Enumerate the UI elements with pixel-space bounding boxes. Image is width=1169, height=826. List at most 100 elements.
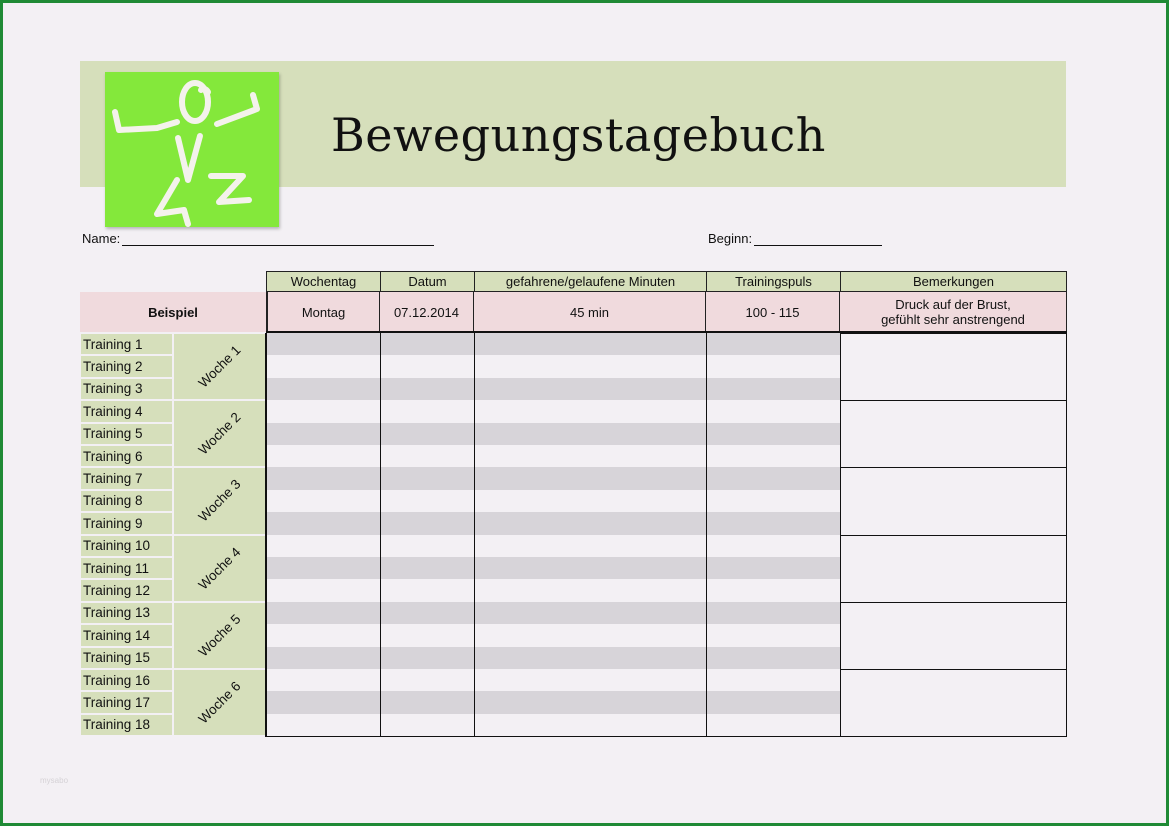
training-cell[interactable]	[475, 489, 706, 513]
training-cell[interactable]	[475, 512, 706, 535]
training-cell[interactable]	[381, 624, 474, 647]
remark-box[interactable]	[840, 534, 1067, 603]
training-cell[interactable]	[475, 669, 706, 692]
training-cell[interactable]	[381, 377, 474, 401]
week-label: Woche 1	[174, 334, 265, 400]
training-cell[interactable]	[707, 333, 840, 356]
training-cell[interactable]	[267, 333, 380, 356]
week-label: Woche 6	[174, 670, 265, 736]
training-cell[interactable]	[381, 489, 474, 513]
training-cell[interactable]	[707, 377, 840, 401]
training-cell[interactable]	[267, 445, 380, 468]
training-cell[interactable]	[267, 534, 380, 557]
name-field[interactable]: Name:	[82, 231, 435, 246]
training-cell[interactable]	[475, 445, 706, 468]
training-cell[interactable]	[707, 445, 840, 468]
training-cell[interactable]	[707, 467, 840, 490]
remark-box[interactable]	[840, 333, 1067, 402]
training-cell[interactable]	[267, 355, 380, 378]
training-cell[interactable]	[267, 624, 380, 647]
training-cell[interactable]	[381, 646, 474, 669]
training-cell[interactable]	[475, 557, 706, 580]
training-cell[interactable]	[381, 713, 474, 737]
training-cell[interactable]	[475, 400, 706, 423]
training-cell[interactable]	[707, 624, 840, 647]
training-cell[interactable]	[475, 422, 706, 445]
week-label-text: Woche 1	[195, 342, 244, 391]
training-cell[interactable]	[267, 489, 380, 513]
training-cell[interactable]	[267, 422, 380, 445]
training-cell[interactable]	[475, 601, 706, 625]
training-cell[interactable]	[707, 713, 840, 737]
training-row-label: Training 11	[81, 558, 172, 579]
training-cell[interactable]	[267, 467, 380, 490]
training-cell[interactable]	[475, 646, 706, 669]
training-cell[interactable]	[267, 646, 380, 669]
training-cell[interactable]	[381, 579, 474, 602]
training-cell[interactable]	[707, 355, 840, 378]
training-cell[interactable]	[475, 691, 706, 714]
training-cell[interactable]	[475, 377, 706, 401]
training-cell[interactable]	[707, 669, 840, 692]
column-divider	[840, 333, 841, 737]
training-cell[interactable]	[267, 601, 380, 625]
training-cell[interactable]	[267, 557, 380, 580]
training-cell[interactable]	[707, 579, 840, 602]
example-label: Beispiel	[80, 292, 266, 332]
week-label-text: Woche 4	[195, 544, 244, 593]
week-label-text: Woche 6	[195, 678, 244, 727]
training-cell[interactable]	[475, 534, 706, 557]
training-cell[interactable]	[381, 601, 474, 625]
training-cell[interactable]	[475, 713, 706, 737]
example-cell: 100 - 115	[706, 292, 840, 332]
training-cell[interactable]	[707, 646, 840, 669]
training-cell[interactable]	[381, 557, 474, 580]
training-cell[interactable]	[381, 467, 474, 490]
example-cell: 07.12.2014	[380, 292, 474, 332]
training-cell[interactable]	[707, 534, 840, 557]
training-cell[interactable]	[475, 333, 706, 356]
training-cell[interactable]	[475, 467, 706, 490]
training-cell[interactable]	[267, 512, 380, 535]
column-header: Bemerkungen	[840, 271, 1067, 292]
training-cell[interactable]	[267, 713, 380, 737]
remark-box[interactable]	[840, 467, 1067, 536]
remark-box[interactable]	[840, 601, 1067, 670]
begin-input-line[interactable]	[754, 231, 883, 246]
training-cell[interactable]	[381, 445, 474, 468]
row-divider	[265, 736, 1067, 738]
training-cell[interactable]	[707, 557, 840, 580]
column-header: gefahrene/gelaufene Minuten	[474, 271, 707, 292]
training-cell[interactable]	[707, 489, 840, 513]
training-cell[interactable]	[707, 422, 840, 445]
training-cell[interactable]	[475, 579, 706, 602]
begin-field[interactable]: Beginn:	[708, 231, 883, 246]
jumping-figure-icon	[105, 72, 279, 227]
training-cell[interactable]	[707, 601, 840, 625]
training-cell[interactable]	[475, 355, 706, 378]
training-cell[interactable]	[267, 400, 380, 423]
training-cell[interactable]	[475, 624, 706, 647]
remark-box[interactable]	[840, 669, 1067, 738]
training-cell[interactable]	[267, 669, 380, 692]
remark-box[interactable]	[840, 400, 1067, 469]
name-input-line[interactable]	[122, 231, 435, 246]
example-remark: Druck auf der Brust, gefühlt sehr anstren…	[840, 292, 1067, 332]
training-cell[interactable]	[267, 377, 380, 401]
training-cell[interactable]	[381, 333, 474, 356]
training-cell[interactable]	[707, 512, 840, 535]
training-cell[interactable]	[381, 691, 474, 714]
training-row-label: Training 8	[81, 490, 172, 512]
training-cell[interactable]	[381, 355, 474, 378]
training-cell[interactable]	[381, 400, 474, 423]
training-cell[interactable]	[267, 579, 380, 602]
training-cell[interactable]	[381, 512, 474, 535]
training-cell[interactable]	[381, 422, 474, 445]
example-label-text: Beispiel	[148, 304, 198, 320]
training-cell[interactable]	[267, 691, 380, 714]
training-cell[interactable]	[707, 400, 840, 423]
training-row-label: Training 18	[81, 714, 172, 736]
training-cell[interactable]	[381, 534, 474, 557]
training-cell[interactable]	[381, 669, 474, 692]
training-cell[interactable]	[707, 691, 840, 714]
